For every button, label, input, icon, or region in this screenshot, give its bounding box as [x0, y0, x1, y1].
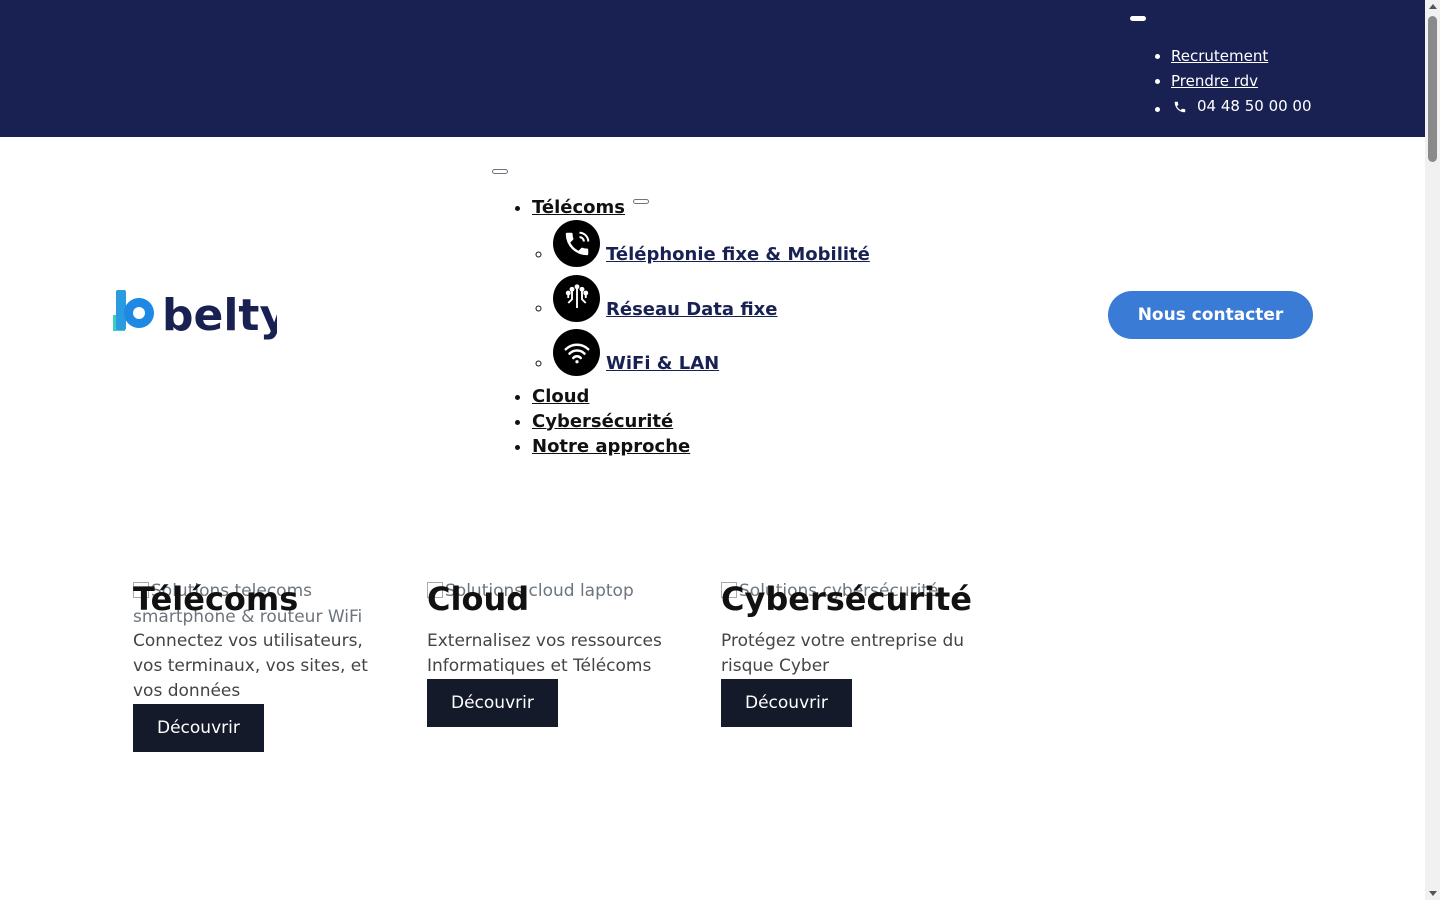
card-title: Cybersécurité — [721, 580, 972, 618]
prendre-rdv-link[interactable]: Prendre rdv — [1171, 72, 1258, 90]
wifi-icon — [553, 329, 600, 376]
phone-icon — [1171, 98, 1189, 116]
main-nav: Télécoms Téléphonie fixe & Mobilité Rése… — [512, 195, 870, 459]
nav-item-approche: Notre approche — [532, 434, 870, 459]
logo-wordmark: belty — [162, 290, 277, 341]
topbar-item-phone: 04 48 50 00 00 — [1171, 94, 1312, 122]
page-scrollbar[interactable] — [1425, 0, 1440, 900]
card-cybersecurite: Solutions cybersécurité Cybersécurité Pr… — [721, 578, 981, 727]
logo-mark-icon: belty — [113, 290, 288, 341]
nav-item-cybersecurite: Cybersécurité — [532, 409, 870, 434]
nav-item-telecoms: Télécoms Téléphonie fixe & Mobilité Rése… — [532, 195, 870, 384]
card-cloud: Solutions cloud laptop Cloud Externalise… — [427, 578, 687, 727]
submenu-item-telephonie: Téléphonie fixe & Mobilité — [553, 220, 870, 275]
discover-button[interactable]: Découvrir — [133, 704, 264, 752]
submenu-label: Réseau Data fixe — [606, 298, 778, 320]
discover-button[interactable]: Découvrir — [427, 679, 558, 727]
nav-link-approche[interactable]: Notre approche — [532, 436, 690, 457]
belty-logo[interactable]: belty — [112, 289, 288, 341]
contact-button[interactable]: Nous contacter — [1108, 291, 1313, 339]
card-text: Externalisez vos ressources Informatique… — [427, 631, 662, 676]
submenu-link-telephonie[interactable]: Téléphonie fixe & Mobilité — [553, 220, 870, 267]
topbar-item-rdv: Prendre rdv — [1171, 69, 1312, 94]
scroll-down-icon[interactable] — [1429, 891, 1437, 896]
discover-button[interactable]: Découvrir — [721, 679, 852, 727]
topbar-menu-toggle[interactable] — [1130, 16, 1146, 21]
card-telecoms: Solutions telecoms smartphone & routeur … — [133, 578, 393, 752]
nav-link-telecoms[interactable]: Télécoms — [532, 197, 625, 218]
network-icon — [553, 274, 600, 322]
submenu-label: Téléphonie fixe & Mobilité — [606, 244, 870, 265]
submenu-item-reseau: Réseau Data fixe — [553, 274, 870, 330]
scroll-thumb[interactable] — [1428, 16, 1437, 162]
phone-number: 04 48 50 00 00 — [1197, 97, 1312, 115]
submenu-label: WiFi & LAN — [606, 353, 720, 374]
main-menu-toggle[interactable] — [492, 169, 508, 174]
scroll-up-icon[interactable] — [1429, 4, 1437, 9]
topbar-links: Recrutement Prendre rdv 04 48 50 00 00 — [1151, 44, 1312, 122]
submenu-link-wifi[interactable]: WiFi & LAN — [553, 329, 719, 376]
card-title: Cloud — [427, 580, 530, 618]
card-title: Télécoms — [133, 580, 299, 618]
nav-link-cloud[interactable]: Cloud — [532, 386, 589, 407]
submenu-link-reseau[interactable]: Réseau Data fixe — [553, 274, 778, 322]
telecoms-submenu-toggle[interactable] — [633, 199, 650, 204]
nav-link-cybersecurite[interactable]: Cybersécurité — [532, 411, 673, 432]
card-text: Connectez vos utilisateurs, vos terminau… — [133, 631, 368, 701]
telecoms-submenu: Téléphonie fixe & Mobilité Réseau Data f… — [532, 220, 870, 384]
top-bar: Recrutement Prendre rdv 04 48 50 00 00 — [0, 0, 1425, 137]
submenu-item-wifi: WiFi & LAN — [553, 329, 870, 384]
nav-item-cloud: Cloud — [532, 384, 870, 409]
phone-link[interactable]: 04 48 50 00 00 — [1171, 94, 1312, 119]
topbar-item-recrutement: Recrutement — [1171, 44, 1312, 69]
recrutement-link[interactable]: Recrutement — [1171, 47, 1268, 65]
phone-icon — [553, 220, 600, 267]
card-text: Protégez votre entreprise du risque Cybe… — [721, 631, 965, 676]
